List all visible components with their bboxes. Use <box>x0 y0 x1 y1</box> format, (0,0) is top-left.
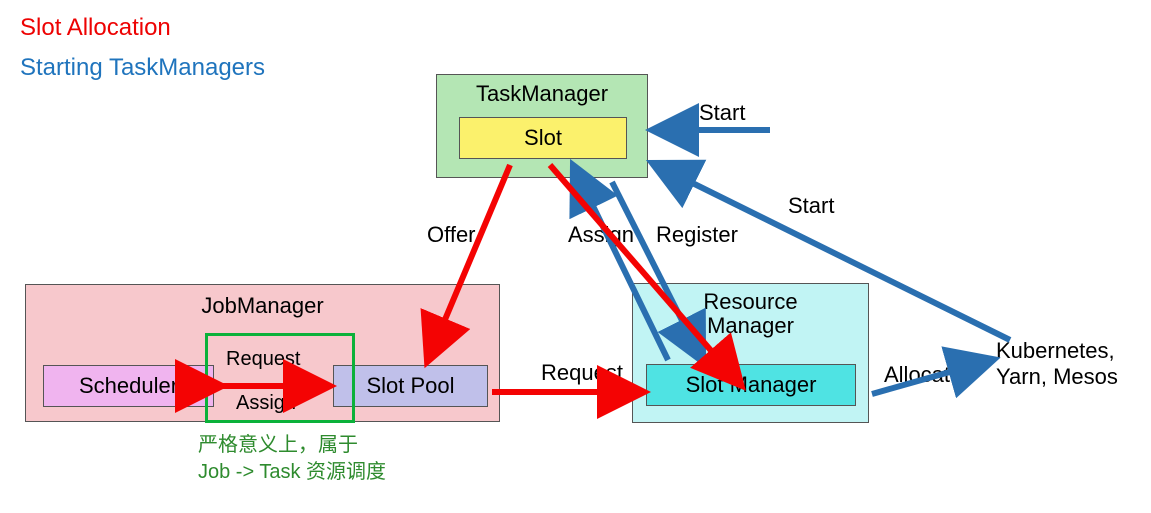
label-slot: Slot <box>524 125 562 150</box>
edge-label-register: Register <box>656 222 738 248</box>
label-task-manager: TaskManager <box>437 81 647 107</box>
box-resource-manager: Resource Manager Slot Manager <box>632 283 869 423</box>
edge-label-start-rm: Start <box>788 193 834 219</box>
edge-label-request-sp: Request <box>226 348 301 371</box>
note-green: 严格意义上，属于 Job -> Task 资源调度 <box>198 432 386 486</box>
note-line2: Job -> Task 资源调度 <box>198 461 386 483</box>
box-slot-manager: Slot Manager <box>646 364 856 406</box>
title-starting-taskmanagers: Starting TaskManagers <box>20 54 265 82</box>
label-slot-manager: Slot Manager <box>686 372 817 397</box>
edge-label-allocate: Allocate <box>884 362 962 388</box>
edge-label-assign-sp: Assign <box>236 392 296 415</box>
title-slot-allocation: Slot Allocation <box>20 14 171 42</box>
label-external-systems: Kubernetes, Yarn, Mesos <box>996 338 1118 390</box>
label-slot-pool: Slot Pool <box>366 373 454 398</box>
edge-label-start-tm: Start <box>699 100 745 126</box>
label-rm-line2: Manager <box>707 313 794 338</box>
edge-label-request-rm: Request <box>541 360 623 386</box>
note-line1: 严格意义上，属于 <box>198 434 358 456</box>
label-resource-manager: Resource Manager <box>633 290 868 338</box>
box-task-manager: TaskManager Slot <box>436 74 648 178</box>
box-scheduler: Scheduler <box>43 365 214 407</box>
label-rm-line1: Resource <box>703 289 797 314</box>
label-job-manager: JobManager <box>26 293 499 319</box>
box-slot: Slot <box>459 117 627 159</box>
edge-label-assign-slot: Assign <box>568 222 634 248</box>
edge-label-offer: Offer <box>427 222 476 248</box>
box-slot-pool: Slot Pool <box>333 365 488 407</box>
label-scheduler: Scheduler <box>79 373 178 398</box>
